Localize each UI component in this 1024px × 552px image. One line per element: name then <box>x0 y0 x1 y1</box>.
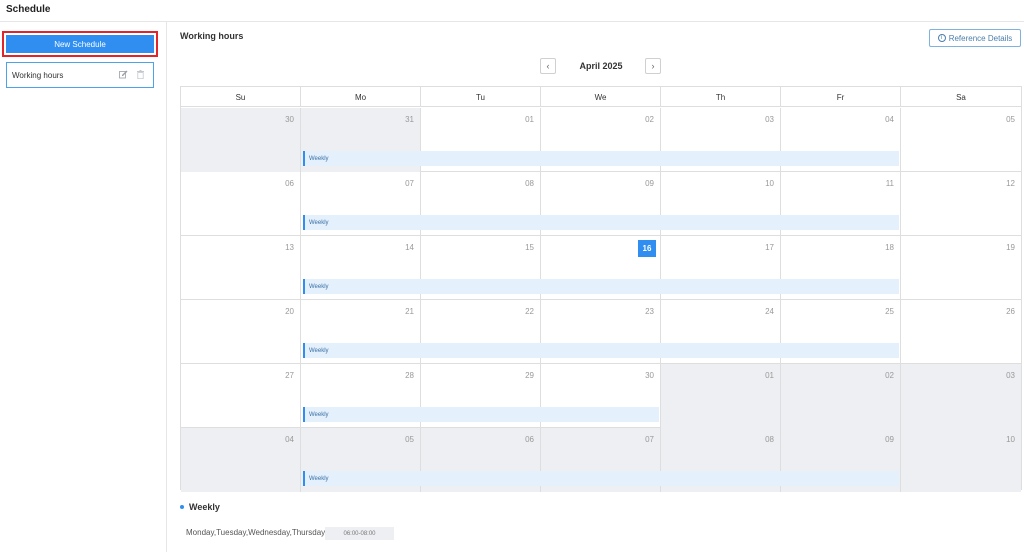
day-number: 08 <box>525 179 534 188</box>
day-number: 02 <box>645 115 654 124</box>
schedule-item-label: Working hours <box>12 70 64 80</box>
day-number: 09 <box>645 179 654 188</box>
calendar-week: 04 05 06 07 08 09 10 Weekly <box>181 428 1021 492</box>
reference-details-button[interactable]: i Reference Details <box>929 29 1021 47</box>
weekly-event-bar[interactable]: Weekly <box>303 343 899 358</box>
day-number: 05 <box>1006 115 1015 124</box>
weekly-event-bar[interactable]: Weekly <box>303 471 899 486</box>
calendar-week: 27 28 29 30 01 02 03 Weekly <box>181 364 1021 428</box>
chevron-right-icon[interactable]: › <box>645 58 661 74</box>
calendar-week: 06 07 08 09 10 11 12 Weekly <box>181 172 1021 236</box>
weekday-monday: Mo <box>301 87 421 107</box>
day-cell[interactable]: 20 <box>181 300 301 364</box>
day-number: 30 <box>285 115 294 124</box>
day-number: 13 <box>285 243 294 252</box>
day-number: 02 <box>885 371 894 380</box>
delete-icon[interactable] <box>136 70 145 80</box>
weekday-header: Su Mo Tu We Th Fr Sa <box>181 87 1021 107</box>
day-number: 15 <box>525 243 534 252</box>
legend-title: Weekly <box>189 502 220 512</box>
day-number: 20 <box>285 307 294 316</box>
day-cell[interactable]: 27 <box>181 364 301 428</box>
day-cell[interactable]: 03 <box>901 364 1021 428</box>
day-number: 11 <box>885 179 894 188</box>
day-number: 01 <box>765 371 774 380</box>
day-number: 31 <box>405 115 414 124</box>
day-cell[interactable]: 12 <box>901 172 1021 236</box>
weekday-saturday: Sa <box>956 92 966 102</box>
weekday-tuesday: Tu <box>421 87 541 107</box>
day-number: 04 <box>885 115 894 124</box>
day-number: 06 <box>285 179 294 188</box>
day-cell[interactable]: 04 <box>181 428 301 492</box>
legend-days: Monday,Tuesday,Wednesday,Thursday,Friday <box>186 528 350 537</box>
weekday-thursday: Th <box>661 87 781 107</box>
weekday-sunday: Su <box>181 87 301 107</box>
day-number: 05 <box>405 435 414 444</box>
month-navigation: ‹ April 2025 › <box>540 58 662 75</box>
reference-details-label: Reference Details <box>948 33 1013 43</box>
calendar-week: 13 14 15 16 17 18 19 Weekly <box>181 236 1021 300</box>
page-title: Schedule <box>6 4 51 15</box>
main-panel: Working hours i Reference Details ‹ Apri… <box>168 22 1024 552</box>
new-schedule-button[interactable]: New Schedule <box>6 35 154 53</box>
day-number: 30 <box>645 371 654 380</box>
day-number: 26 <box>1006 307 1015 316</box>
day-cell[interactable]: 30 <box>181 108 301 172</box>
weekly-event-bar[interactable]: Weekly <box>303 151 899 166</box>
day-number: 14 <box>405 243 414 252</box>
day-cell[interactable]: 19 <box>901 236 1021 300</box>
day-number: 24 <box>765 307 774 316</box>
day-number: 25 <box>885 307 894 316</box>
day-number: 10 <box>1006 435 1015 444</box>
day-cell[interactable]: 10 <box>901 428 1021 492</box>
top-bar: Schedule <box>0 0 1024 22</box>
weekly-event-bar[interactable]: Weekly <box>303 407 659 422</box>
legend-time-range: 06:00-08:00 <box>325 527 394 540</box>
day-number: 07 <box>645 435 654 444</box>
weekly-event-bar[interactable]: Weekly <box>303 215 899 230</box>
day-number: 10 <box>765 179 774 188</box>
day-number: 27 <box>285 371 294 380</box>
month-label: April 2025 <box>579 61 623 71</box>
weekday-wednesday: We <box>541 87 661 107</box>
schedule-title: Working hours <box>180 31 244 41</box>
day-cell[interactable]: 02 <box>781 364 901 428</box>
day-number: 03 <box>1006 371 1015 380</box>
sidebar: New Schedule Working hours <box>0 22 167 552</box>
day-number: 12 <box>1006 179 1015 188</box>
day-cell[interactable]: 26 <box>901 300 1021 364</box>
day-cell[interactable]: 05 <box>901 108 1021 172</box>
day-number: 23 <box>645 307 654 316</box>
day-number: 07 <box>405 179 414 188</box>
day-number: 29 <box>525 371 534 380</box>
edit-icon[interactable] <box>119 70 128 79</box>
day-number: 22 <box>525 307 534 316</box>
day-number: 06 <box>525 435 534 444</box>
day-number: 08 <box>765 435 774 444</box>
day-number: 09 <box>885 435 894 444</box>
new-schedule-highlight: New Schedule <box>2 31 158 57</box>
day-cell[interactable]: 06 <box>181 172 301 236</box>
today-marker: 16 <box>638 240 656 257</box>
day-number: 28 <box>405 371 414 380</box>
weekly-event-bar[interactable]: Weekly <box>303 279 899 294</box>
day-cell[interactable]: 01 <box>661 364 781 428</box>
legend-dot-icon <box>180 505 184 509</box>
calendar-week: 30 31 01 02 03 04 05 Weekly <box>181 108 1021 172</box>
calendar-grid: Su Mo Tu We Th Fr Sa 30 31 01 02 03 04 0… <box>180 86 1022 492</box>
day-number: 18 <box>885 243 894 252</box>
calendar-week: 20 21 22 23 24 25 26 Weekly <box>181 300 1021 364</box>
info-icon: i <box>937 34 946 42</box>
day-number: 19 <box>1006 243 1015 252</box>
day-number: 21 <box>405 307 414 316</box>
day-number: 03 <box>765 115 774 124</box>
schedule-item-working-hours[interactable]: Working hours <box>6 62 154 88</box>
day-number: 04 <box>285 435 294 444</box>
day-number: 01 <box>525 115 534 124</box>
weekday-friday: Fr <box>781 87 901 107</box>
chevron-left-icon[interactable]: ‹ <box>540 58 556 74</box>
day-cell[interactable]: 13 <box>181 236 301 300</box>
day-number: 17 <box>765 243 774 252</box>
